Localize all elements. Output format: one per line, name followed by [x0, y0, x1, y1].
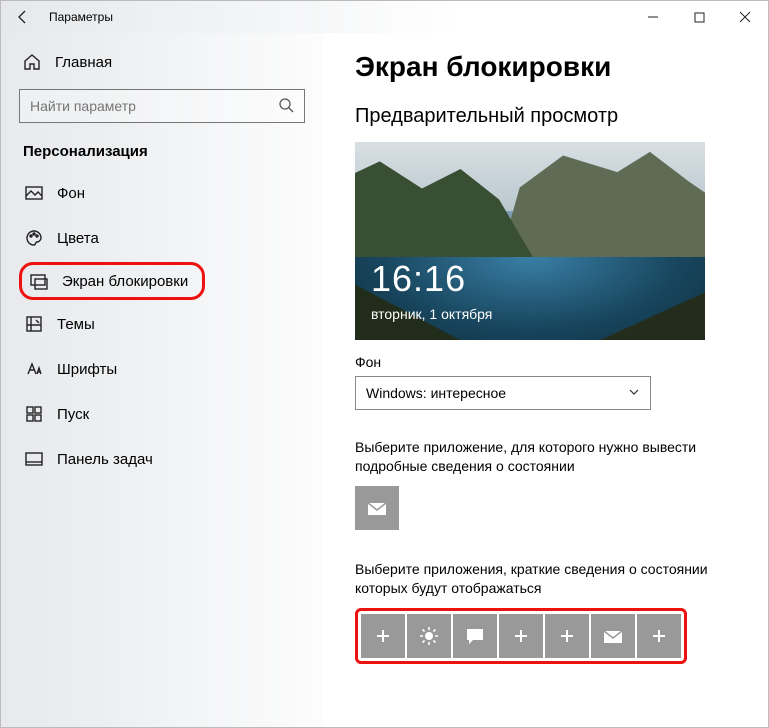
detail-app-text: Выберите приложение, для которого нужно … [355, 438, 715, 476]
sidebar-item-label: Экран блокировки [62, 273, 188, 290]
window-title: Параметры [45, 10, 113, 24]
home-link[interactable]: Главная [19, 45, 305, 89]
background-dropdown[interactable]: Windows: интересное [355, 376, 651, 410]
preview-time: 16:16 [371, 258, 466, 300]
page-title: Экран блокировки [355, 51, 744, 83]
sidebar-item-taskbar[interactable]: Панель задач [19, 438, 305, 480]
start-icon [25, 405, 43, 423]
sidebar-item-label: Панель задач [57, 451, 153, 468]
plus-icon [374, 627, 392, 645]
detail-app-tile[interactable] [355, 486, 399, 530]
category-title: Персонализация [23, 143, 305, 160]
quick-app-slot-3[interactable] [453, 614, 497, 658]
sidebar-item-lockscreen[interactable]: Экран блокировки [19, 262, 205, 300]
search-input[interactable] [30, 98, 278, 114]
plus-icon [650, 627, 668, 645]
chevron-down-icon [628, 385, 640, 401]
mail-icon [366, 497, 388, 519]
themes-icon [25, 315, 43, 333]
sidebar-item-label: Пуск [57, 406, 89, 423]
sidebar-item-start[interactable]: Пуск [19, 393, 305, 435]
sidebar-item-label: Фон [57, 185, 85, 202]
chat-icon [465, 626, 485, 646]
quick-app-slot-2[interactable] [407, 614, 451, 658]
sidebar: Главная Персонализация Фон Цвета [1, 33, 323, 727]
maximize-button[interactable] [676, 1, 722, 33]
lockscreen-preview: 16:16 вторник, 1 октября [355, 142, 705, 340]
search-icon [278, 97, 294, 116]
dropdown-value: Windows: интересное [366, 385, 506, 401]
quick-app-slot-1[interactable] [361, 614, 405, 658]
quick-app-slot-6[interactable] [591, 614, 635, 658]
sidebar-item-fonts[interactable]: Шрифты [19, 348, 305, 390]
background-label: Фон [355, 354, 744, 370]
preview-header: Предварительный просмотр [355, 105, 744, 128]
main-content: Экран блокировки Предварительный просмот… [323, 33, 768, 727]
sidebar-item-label: Шрифты [57, 361, 117, 378]
quick-apps-text: Выберите приложения, краткие сведения о … [355, 560, 715, 598]
minimize-button[interactable] [630, 1, 676, 33]
lockscreen-icon [30, 272, 48, 290]
sidebar-item-background[interactable]: Фон [19, 172, 305, 214]
quick-app-slot-7[interactable] [637, 614, 681, 658]
quick-app-slot-5[interactable] [545, 614, 589, 658]
sidebar-item-themes[interactable]: Темы [19, 303, 305, 345]
weather-icon [419, 626, 439, 646]
sidebar-item-label: Цвета [57, 230, 99, 247]
mail-icon [602, 625, 624, 647]
sidebar-item-label: Темы [57, 316, 95, 333]
preview-date: вторник, 1 октября [371, 306, 492, 322]
image-icon [25, 184, 43, 202]
plus-icon [558, 627, 576, 645]
quick-apps-row [355, 608, 687, 664]
back-button[interactable] [1, 1, 45, 33]
body: Главная Персонализация Фон Цвета [1, 33, 768, 727]
close-button[interactable] [722, 1, 768, 33]
palette-icon [25, 229, 43, 247]
home-label: Главная [55, 54, 112, 71]
fonts-icon [25, 360, 43, 378]
taskbar-icon [25, 450, 43, 468]
search-box[interactable] [19, 89, 305, 123]
sidebar-item-colors[interactable]: Цвета [19, 217, 305, 259]
settings-window: Параметры Главная П [0, 0, 769, 728]
home-icon [23, 53, 41, 71]
quick-app-slot-4[interactable] [499, 614, 543, 658]
titlebar: Параметры [1, 1, 768, 33]
plus-icon [512, 627, 530, 645]
